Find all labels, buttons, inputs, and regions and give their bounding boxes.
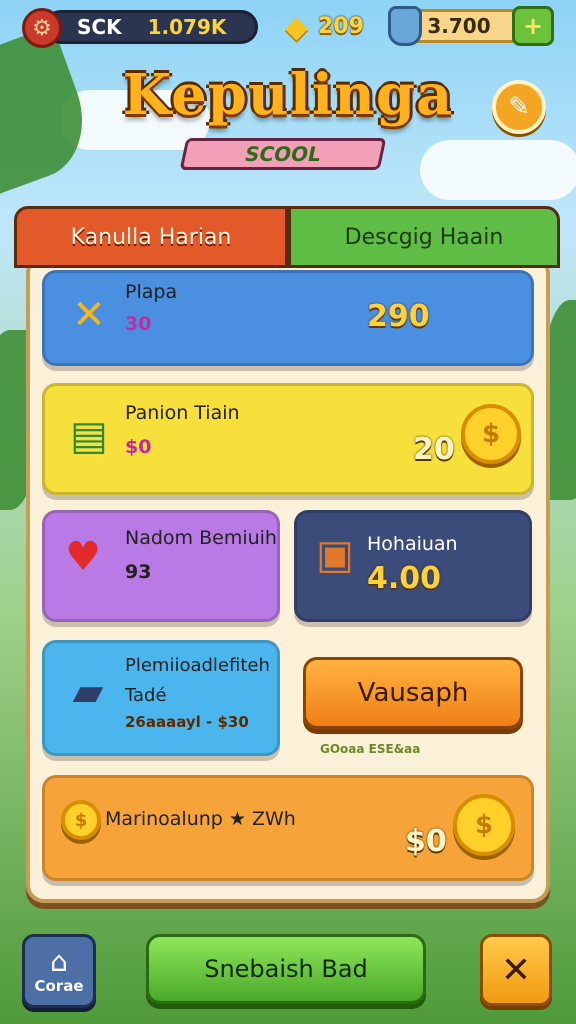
offer-price: $0 (405, 824, 447, 859)
offer-price: 20 (413, 432, 455, 467)
tab-special[interactable]: Descgig Haain (288, 206, 560, 268)
offer-sub: 93 (125, 561, 152, 583)
player-info-pill[interactable]: SCK 1.079K (44, 10, 258, 44)
player-score: 1.079K (147, 15, 227, 39)
vausaph-button[interactable]: Vausaph (303, 657, 523, 729)
book-tool-icon: ▰ (72, 669, 104, 715)
offer-card[interactable]: ♥ Nadom Bemiuih 93 (42, 510, 280, 622)
gem-count: 209 (318, 14, 364, 39)
coin-icon: $ (453, 794, 515, 856)
home-label: Corae (34, 977, 84, 995)
offer-card[interactable]: $ Marinoalunp ★ ZWh $0 $ (42, 775, 534, 881)
settings-round-button[interactable]: ✎ (492, 80, 546, 134)
offer-card[interactable]: ✕ Plapa 30 290 (42, 270, 534, 366)
potion-icon (388, 6, 422, 46)
game-title: Kepulinga (122, 62, 454, 128)
home-button[interactable]: ⌂ Corae (22, 934, 96, 1008)
offer-name: Nadom Bemiuih (125, 527, 277, 549)
coin-icon: $ (61, 800, 101, 840)
offer-card[interactable]: ▤ Panion Tiain $0 20 $ (42, 383, 534, 495)
gem-icon: ◆ (285, 10, 309, 45)
cash-stack-icon: ▤ (70, 413, 108, 459)
offer-name: Plemiioadlefiteh (125, 655, 270, 676)
add-coins-button[interactable]: + (512, 6, 554, 46)
offer-name: Panion Tiain (125, 402, 240, 424)
offer-name: Marinoalunp ★ ZWh (105, 808, 296, 830)
offer-price: 4.00 (367, 561, 442, 596)
heart-key-icon: ♥ (65, 534, 101, 580)
small-note: GOoaa ESE&aa (320, 742, 421, 756)
coin-icon: $ (461, 404, 521, 464)
player-tag: SCK (77, 15, 122, 39)
home-icon: ⌂ (50, 945, 68, 978)
main-action-button[interactable]: Snebaish Bad (146, 934, 426, 1004)
offer-card[interactable]: ▣ Hohaiuan 4.00 (294, 510, 532, 622)
game-subtitle: SCOOL (179, 138, 387, 170)
tab-daily[interactable]: Kanulla Harian (14, 206, 288, 268)
offer-sub: 30 (125, 313, 152, 335)
top-bar: SCK 1.079K ⚙ ◆ 209 3.700 + (0, 0, 576, 56)
settings-gear-icon[interactable]: ⚙ (22, 8, 62, 48)
offer-name: Hohaiuan (367, 533, 458, 555)
crate-icon: ▣ (316, 532, 354, 578)
sword-cross-icon: ✕ (72, 292, 106, 338)
cloud-decoration (420, 140, 576, 200)
offer-name: Plapa (125, 281, 178, 303)
offer-sub: 26aaaayl - $30 (125, 713, 249, 731)
offer-sub: $0 (125, 436, 152, 458)
offer-card[interactable]: ▰ Plemiioadlefiteh Tadé 26aaaayl - $30 (42, 640, 280, 756)
close-icon[interactable]: ✕ (480, 934, 552, 1006)
offer-line2: Tadé (125, 685, 167, 706)
offer-price: 290 (367, 299, 430, 334)
